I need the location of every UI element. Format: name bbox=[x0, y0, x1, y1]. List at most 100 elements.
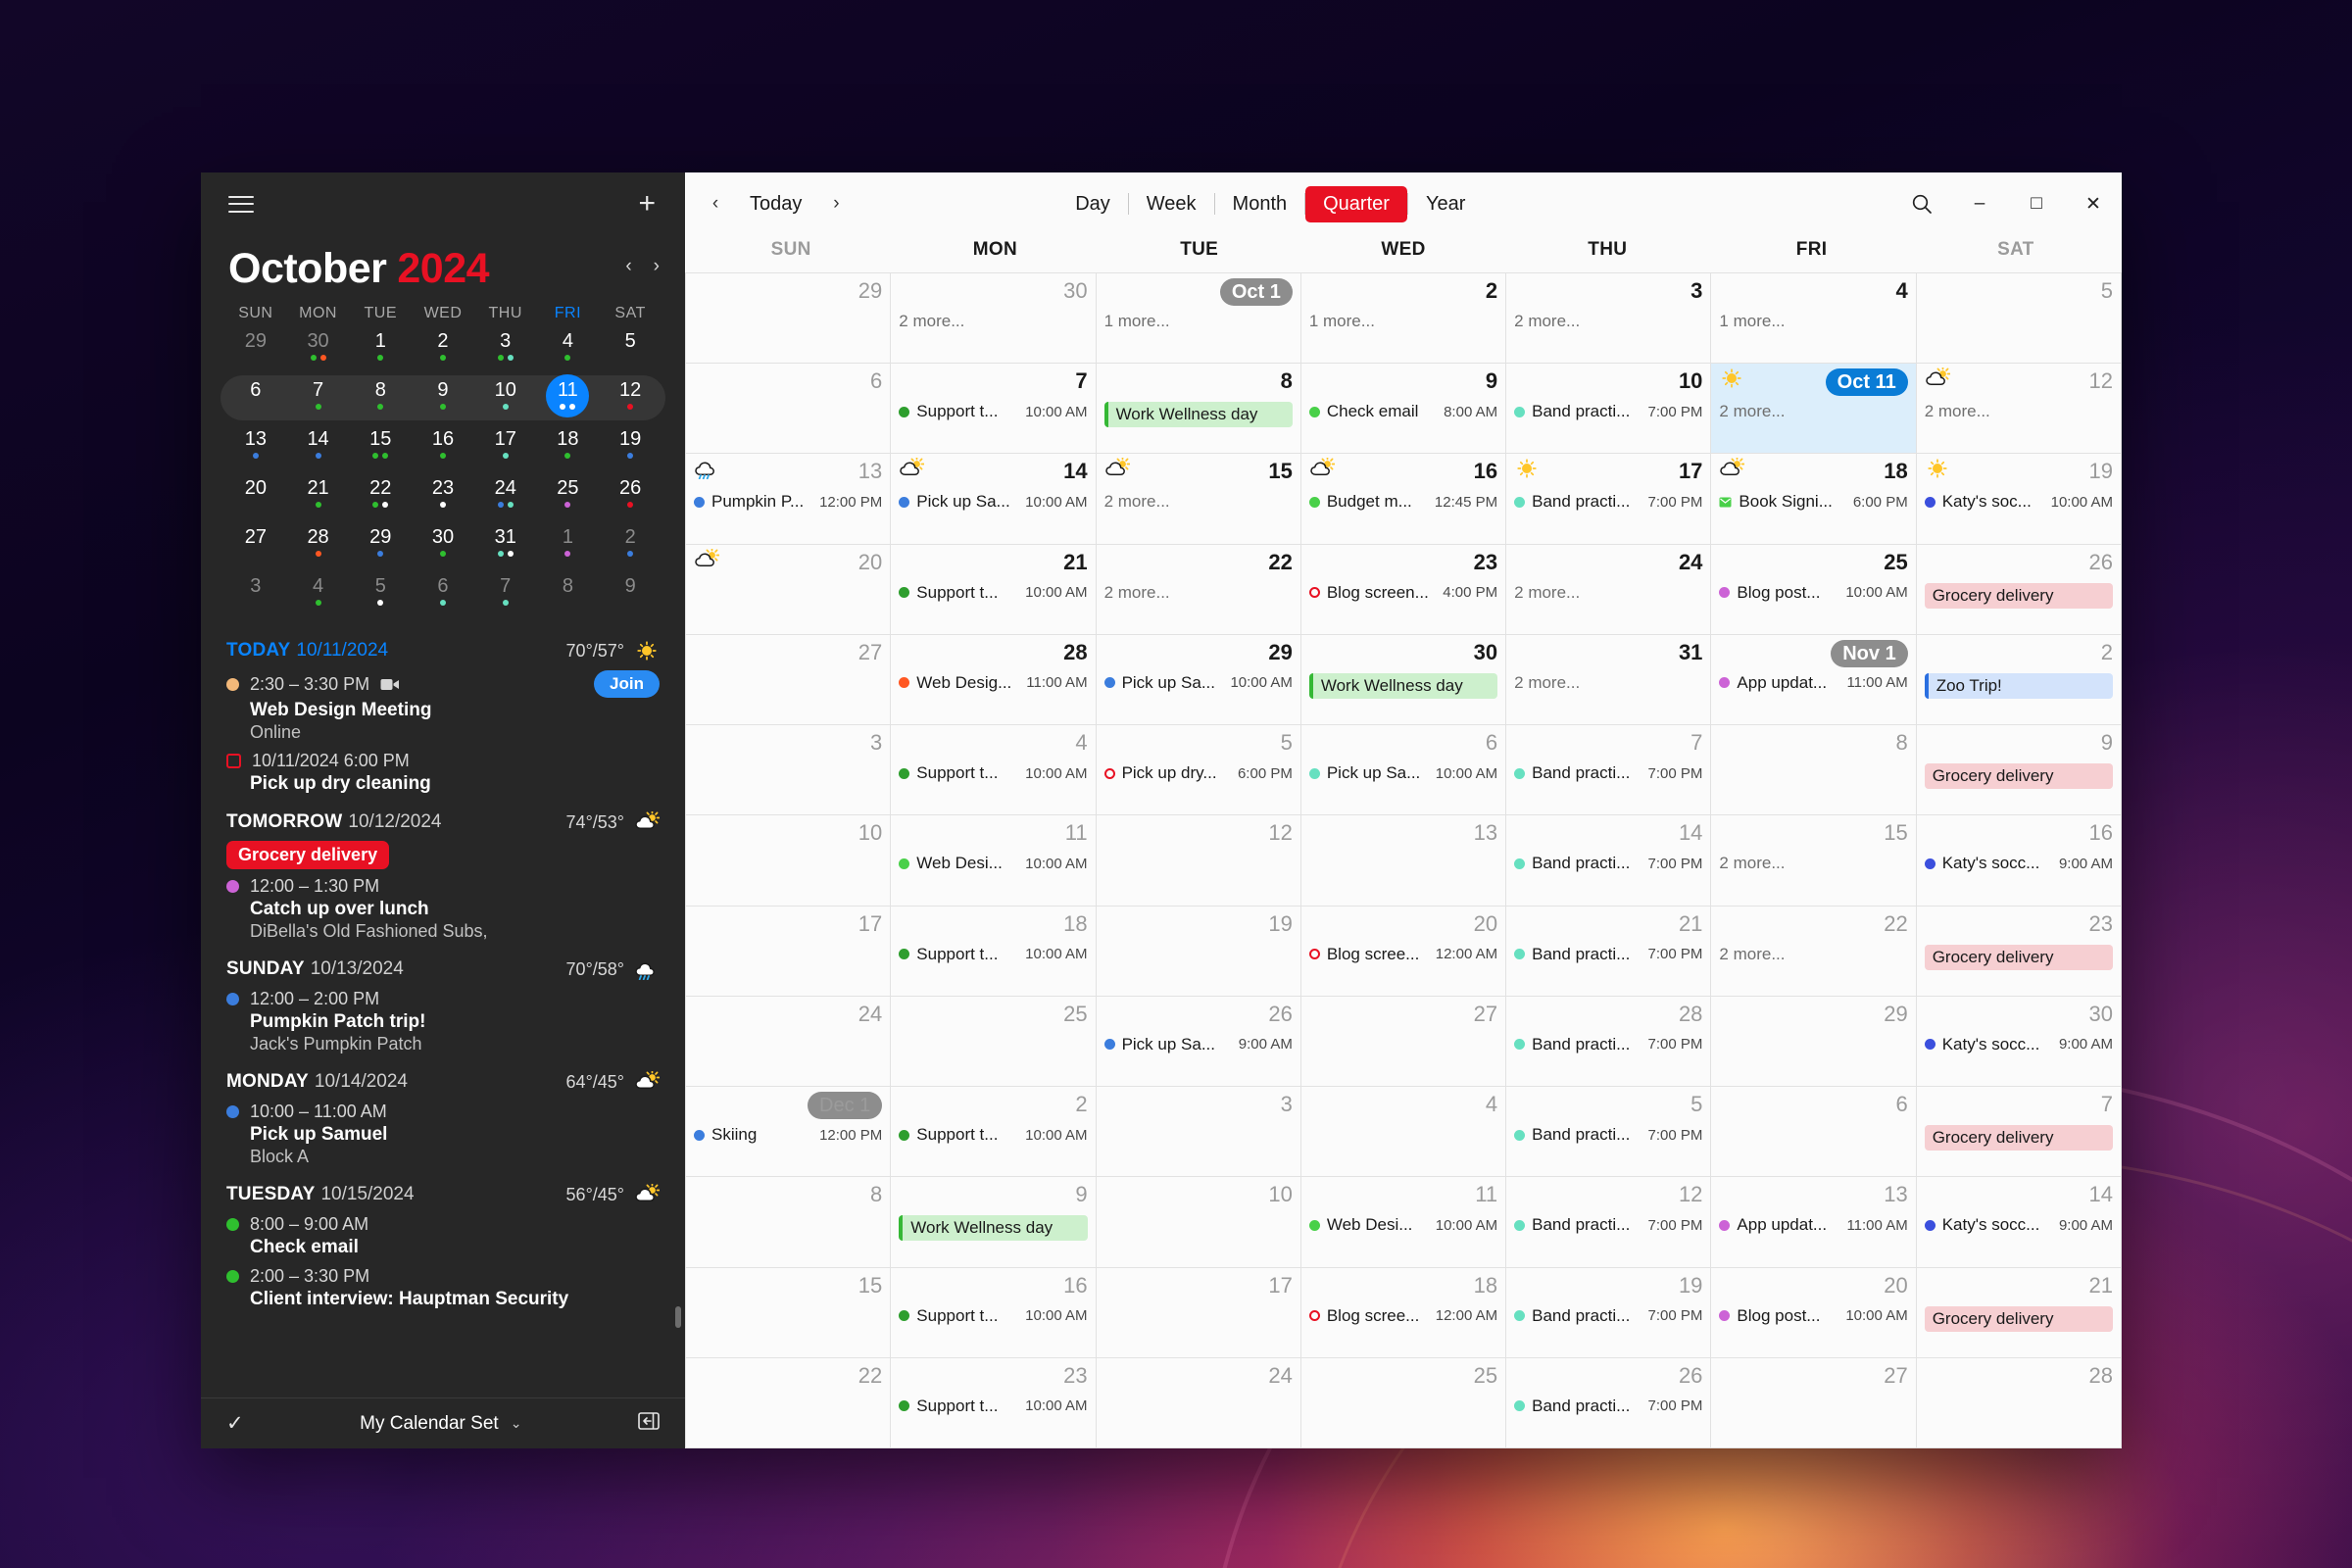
calendar-allday-event[interactable]: Work Wellness day bbox=[899, 1215, 1088, 1242]
calendar-event[interactable]: Web Desig... 11:00 AM bbox=[899, 673, 1088, 693]
agenda-scrollbar-thumb[interactable] bbox=[675, 1306, 681, 1328]
calendar-event[interactable]: Band practi... 7:00 PM bbox=[1514, 1215, 1702, 1235]
calendar-event[interactable]: App updat... 11:00 AM bbox=[1719, 1215, 1908, 1235]
calendar-event[interactable]: Budget m... 12:45 PM bbox=[1308, 492, 1497, 512]
calendar-day-cell[interactable]: 24 bbox=[1096, 1357, 1301, 1448]
calendar-day-number[interactable]: 7 bbox=[1075, 368, 1087, 394]
calendar-day-cell[interactable]: 15 2 more... bbox=[1096, 454, 1301, 545]
mini-day-cell[interactable]: 20 bbox=[224, 473, 287, 522]
calendar-day-cell[interactable]: 22 bbox=[686, 1357, 892, 1448]
calendar-day-cell[interactable]: 27 bbox=[1300, 996, 1507, 1088]
calendar-day-cell[interactable]: 30 2 more... bbox=[891, 273, 1097, 365]
calendar-event[interactable]: Pick up Sa... 9:00 AM bbox=[1103, 1035, 1293, 1054]
calendar-day-cell[interactable]: 6 bbox=[1711, 1087, 1917, 1178]
calendar-day-number[interactable]: 19 bbox=[1268, 911, 1292, 937]
calendar-day-number[interactable]: 20 bbox=[1884, 1273, 1907, 1298]
agenda-item[interactable]: 2:30 – 3:30 PM Join Web Design Meeting Onli… bbox=[226, 665, 660, 746]
calendar-allday-event[interactable]: Grocery delivery bbox=[1924, 582, 2113, 609]
calendar-day-number[interactable]: 25 bbox=[1063, 1002, 1087, 1027]
calendar-day-number[interactable]: 19 bbox=[2089, 459, 2113, 484]
calendar-day-cell[interactable]: 4 bbox=[1300, 1087, 1507, 1178]
calendar-day-cell[interactable]: 14 Band practi... 7:00 PM bbox=[1506, 815, 1712, 906]
calendar-day-number[interactable]: 27 bbox=[1474, 1002, 1497, 1027]
calendar-day-cell[interactable]: 26 Pick up Sa... 9:00 AM bbox=[1096, 996, 1301, 1088]
calendar-event[interactable]: Band practi... 7:00 PM bbox=[1514, 402, 1702, 421]
calendar-day-cell[interactable]: 23 Grocery delivery bbox=[1916, 906, 2122, 997]
more-events-link[interactable]: 2 more... bbox=[1719, 945, 1907, 964]
mini-day-cell[interactable]: 27 bbox=[224, 522, 287, 571]
calendar-day-cell[interactable]: 7 Band practi... 7:00 PM bbox=[1506, 725, 1712, 816]
maximize-button[interactable]: □ bbox=[2008, 172, 2065, 235]
mini-day-cell[interactable]: 5 bbox=[349, 571, 412, 620]
mini-day-cell[interactable]: 3 bbox=[224, 571, 287, 620]
calendar-day-number[interactable]: Nov 1 bbox=[1831, 639, 1908, 667]
mini-day-cell[interactable]: 10 bbox=[474, 375, 537, 424]
calendar-day-cell[interactable]: 3 bbox=[1096, 1087, 1301, 1178]
agenda-item[interactable]: 10:00 – 11:00 AM Pick up Samuel Block A bbox=[226, 1097, 660, 1170]
more-events-link[interactable]: 2 more... bbox=[1514, 583, 1702, 603]
calendar-day-cell[interactable]: 5 Band practi... 7:00 PM bbox=[1506, 1087, 1712, 1178]
mini-day-cell[interactable]: 7 bbox=[287, 375, 350, 424]
calendar-day-number[interactable]: 13 bbox=[1474, 820, 1497, 846]
mini-day-cell[interactable]: 17 bbox=[474, 424, 537, 473]
mini-day-cell[interactable]: 14 bbox=[287, 424, 350, 473]
calendar-day-number[interactable]: 29 bbox=[1268, 640, 1292, 665]
calendar-day-cell[interactable]: 23 Blog screen... 4:00 PM bbox=[1300, 544, 1507, 635]
calendar-day-cell[interactable]: Oct 1 1 more... bbox=[1096, 273, 1301, 365]
calendar-day-number[interactable]: 31 bbox=[1679, 640, 1702, 665]
calendar-allday-event[interactable]: Work Wellness day bbox=[1103, 402, 1293, 428]
calendar-day-number[interactable]: 13 bbox=[858, 459, 882, 484]
calendar-day-number[interactable]: 30 bbox=[2089, 1002, 2113, 1027]
calendar-day-cell[interactable]: 2 Zoo Trip! bbox=[1916, 634, 2122, 726]
calendar-day-number[interactable]: 30 bbox=[1063, 278, 1087, 304]
calendar-day-cell[interactable]: 16 Budget m... 12:45 PM bbox=[1300, 454, 1507, 545]
calendar-day-number[interactable]: 29 bbox=[858, 278, 882, 304]
calendar-day-number[interactable]: Dec 1 bbox=[808, 1092, 883, 1120]
calendar-day-number[interactable]: 6 bbox=[1895, 1092, 1907, 1117]
calendar-day-cell[interactable]: 14 Pick up Sa... 10:00 AM bbox=[891, 454, 1097, 545]
calendar-event[interactable]: Support t... 10:00 AM bbox=[899, 945, 1088, 964]
calendar-day-cell[interactable]: 19 bbox=[1096, 906, 1301, 997]
agenda-item[interactable]: 8:00 – 9:00 AM Check email bbox=[226, 1209, 660, 1261]
calendar-event[interactable]: Pick up Sa... 10:00 AM bbox=[899, 492, 1088, 512]
task-checkbox[interactable] bbox=[226, 754, 241, 768]
calendar-event[interactable]: Pick up Sa... 10:00 AM bbox=[1103, 673, 1293, 693]
calendar-day-number[interactable]: 28 bbox=[2089, 1363, 2113, 1389]
calendar-day-cell[interactable]: 28 bbox=[1916, 1357, 2122, 1448]
tab-month[interactable]: Month bbox=[1215, 186, 1305, 222]
calendar-day-cell[interactable]: 17 bbox=[686, 906, 892, 997]
agenda-allday-badge[interactable]: Grocery delivery bbox=[226, 841, 390, 869]
calendar-day-number[interactable]: 24 bbox=[858, 1002, 882, 1027]
mini-day-cell[interactable]: 4 bbox=[287, 571, 350, 620]
calendar-day-cell[interactable]: 19 Katy's soc... 10:00 AM bbox=[1916, 454, 2122, 545]
calendar-day-number[interactable]: 24 bbox=[1268, 1363, 1292, 1389]
mini-next-month-icon[interactable]: › bbox=[654, 257, 660, 275]
calendar-day-number[interactable]: 26 bbox=[2089, 550, 2113, 575]
calendar-day-number[interactable]: 4 bbox=[1486, 1092, 1497, 1117]
more-events-link[interactable]: 2 more... bbox=[1514, 673, 1702, 693]
calendar-day-number[interactable]: 12 bbox=[1679, 1182, 1702, 1207]
agenda-item[interactable]: 12:00 – 2:00 PM Pumpkin Patch trip! Jack's… bbox=[226, 984, 660, 1057]
calendar-day-cell[interactable]: 23 Support t... 10:00 AM bbox=[891, 1357, 1097, 1448]
calendar-day-number[interactable]: 21 bbox=[2089, 1273, 2113, 1298]
calendar-day-number[interactable]: 12 bbox=[2089, 368, 2113, 394]
more-events-link[interactable]: 2 more... bbox=[1104, 492, 1293, 512]
mini-day-cell[interactable]: 1 bbox=[537, 522, 600, 571]
calendar-day-number[interactable]: Oct 11 bbox=[1825, 368, 1908, 397]
calendar-day-cell[interactable]: 21 Support t... 10:00 AM bbox=[891, 544, 1097, 635]
mini-day-cell[interactable]: 8 bbox=[349, 375, 412, 424]
calendar-day-cell[interactable]: 4 1 more... bbox=[1711, 273, 1917, 365]
calendar-day-number[interactable]: 4 bbox=[1895, 278, 1907, 304]
calendar-day-cell[interactable]: 31 2 more... bbox=[1506, 634, 1712, 726]
calendar-event[interactable]: Katy's socc... 9:00 AM bbox=[1924, 854, 2113, 873]
calendar-day-number[interactable]: 10 bbox=[1268, 1182, 1292, 1207]
calendar-day-cell[interactable]: 24 bbox=[686, 996, 892, 1088]
calendar-day-cell[interactable]: 13 bbox=[1300, 815, 1507, 906]
calendar-day-number[interactable]: 23 bbox=[1063, 1363, 1087, 1389]
calendar-day-number[interactable]: 25 bbox=[1474, 1363, 1497, 1389]
calendar-day-number[interactable]: 19 bbox=[1679, 1273, 1702, 1298]
calendar-event[interactable]: Pick up Sa... 10:00 AM bbox=[1308, 763, 1497, 783]
mini-day-cell[interactable]: 28 bbox=[287, 522, 350, 571]
calendar-day-cell[interactable]: 10 bbox=[686, 815, 892, 906]
calendar-day-cell[interactable]: 9 Check email 8:00 AM bbox=[1300, 364, 1507, 455]
